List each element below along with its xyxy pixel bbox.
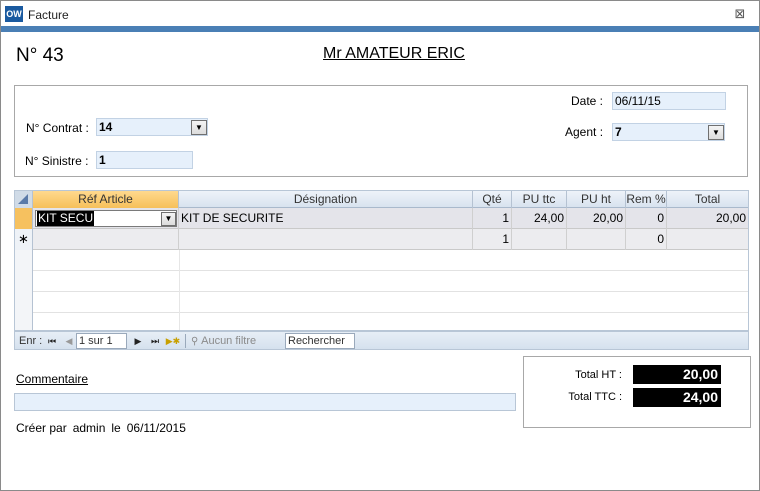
row-selector: [15, 271, 33, 292]
date-label: Date :: [571, 94, 604, 108]
filter-icon: ⚲: [191, 336, 202, 347]
cell-qte[interactable]: 1: [473, 229, 512, 250]
created-by-line: Créer par admin le 06/11/2015: [16, 421, 192, 435]
column-header-rem[interactable]: Rem %: [626, 191, 667, 208]
column-header-qte[interactable]: Qté: [473, 191, 512, 208]
cell-designation[interactable]: [179, 229, 473, 250]
app-icon: OW: [5, 6, 23, 22]
cell-rem[interactable]: 0: [626, 208, 667, 229]
invoice-window: OW Facture ⊠ N° 43 Mr AMATEUR ERIC Date …: [0, 0, 760, 491]
title-bar: OW Facture ⊠: [1, 1, 759, 26]
empty-row: [15, 292, 748, 313]
column-header-designation[interactable]: Désignation: [179, 191, 473, 208]
cell-total[interactable]: [667, 229, 748, 250]
agent-label: Agent :: [565, 125, 604, 139]
column-header-pu-ttc[interactable]: PU ttc: [512, 191, 567, 208]
comment-field[interactable]: [14, 393, 516, 411]
previous-record-icon[interactable]: ◀: [63, 334, 75, 348]
total-ht-value: 20,00: [633, 365, 721, 384]
column-header-total[interactable]: Total: [667, 191, 748, 208]
cell-pu-ht[interactable]: 20,00: [567, 208, 626, 229]
created-on-label: le: [111, 421, 121, 435]
total-ht-label: Total HT :: [575, 369, 622, 381]
total-ttc-label: Total TTC :: [568, 391, 622, 403]
new-row-marker: ∗: [15, 229, 33, 250]
invoice-lines-grid: Réf Article Désignation Qté PU ttc PU ht…: [14, 190, 749, 331]
row-selector: [15, 250, 33, 271]
cell-pu-ht[interactable]: [567, 229, 626, 250]
row-selector: [15, 313, 33, 330]
cell-pu-ttc[interactable]: 24,00: [512, 208, 567, 229]
column-header-pu-ht[interactable]: PU ht: [567, 191, 626, 208]
cell-ref[interactable]: [33, 229, 179, 250]
navigator-separator: [185, 334, 186, 348]
cell-designation[interactable]: KIT DE SECURITE: [179, 208, 473, 229]
accent-bar: [1, 26, 759, 32]
grid-header: Réf Article Désignation Qté PU ttc PU ht…: [15, 191, 748, 208]
navigator-label: Enr :: [19, 335, 43, 347]
close-icon[interactable]: ⊠: [733, 7, 747, 21]
filter-label: Aucun filtre: [201, 335, 257, 347]
totals-panel: Total HT : 20,00 Total TTC : 24,00: [523, 356, 751, 428]
ref-dropdown-icon[interactable]: ▼: [161, 212, 176, 226]
comment-label: Commentaire: [16, 372, 89, 386]
window-title: Facture: [28, 8, 69, 22]
cell-pu-ttc[interactable]: [512, 229, 567, 250]
cell-ref[interactable]: KIT SECU ▼: [33, 208, 179, 229]
invoice-number: N° 43: [16, 45, 64, 66]
cell-qte[interactable]: 1: [473, 208, 512, 229]
date-field[interactable]: 06/11/15: [612, 92, 726, 110]
row-selector[interactable]: [15, 208, 33, 229]
total-ttc-value: 24,00: [633, 388, 721, 407]
new-record-row[interactable]: ∗ 1 0: [15, 229, 748, 250]
created-by-label: Créer par: [16, 421, 67, 435]
agent-dropdown-icon[interactable]: ▼: [708, 125, 724, 140]
client-name: Mr AMATEUR ERIC: [323, 45, 465, 62]
column-divider: [179, 313, 180, 330]
column-header-ref[interactable]: Réf Article: [33, 191, 179, 208]
empty-row: [15, 271, 748, 292]
empty-row: [15, 250, 748, 271]
created-by-user: admin: [72, 421, 106, 435]
sinistre-field[interactable]: 1: [96, 151, 193, 169]
contrat-dropdown-icon[interactable]: ▼: [191, 120, 207, 135]
cell-total[interactable]: 20,00: [667, 208, 748, 229]
row-selector: [15, 292, 33, 313]
search-input[interactable]: Rechercher: [285, 333, 355, 349]
created-on-date: 06/11/2015: [126, 421, 186, 435]
column-divider: [179, 250, 180, 271]
select-all-corner[interactable]: [15, 191, 33, 208]
contrat-label: N° Contrat :: [26, 121, 89, 135]
select-all-icon: [18, 194, 28, 204]
column-divider: [179, 271, 180, 292]
next-record-icon[interactable]: ▶: [132, 334, 144, 348]
empty-row: [15, 313, 748, 330]
cell-rem[interactable]: 0: [626, 229, 667, 250]
record-position-field[interactable]: 1 sur 1: [76, 333, 127, 349]
record-navigator: Enr : ⏮ ◀ 1 sur 1 ▶ ⏭ ▶✱ ⚲ Aucun filtre …: [14, 331, 749, 350]
table-row[interactable]: KIT SECU ▼ KIT DE SECURITE 1 24,00 20,00…: [15, 208, 748, 229]
ref-article-value: KIT SECU: [37, 211, 95, 226]
first-record-icon[interactable]: ⏮: [46, 334, 58, 348]
new-record-icon[interactable]: ▶✱: [165, 334, 181, 348]
ref-article-combo[interactable]: KIT SECU: [35, 210, 177, 227]
header-frame: Date : 06/11/15 N° Contrat : 14 ▼ Agent …: [14, 85, 748, 177]
filter-button[interactable]: ⚲ Aucun filtre: [191, 334, 256, 348]
column-divider: [179, 292, 180, 313]
sinistre-label: N° Sinistre :: [25, 154, 89, 168]
last-record-icon[interactable]: ⏭: [149, 334, 161, 348]
